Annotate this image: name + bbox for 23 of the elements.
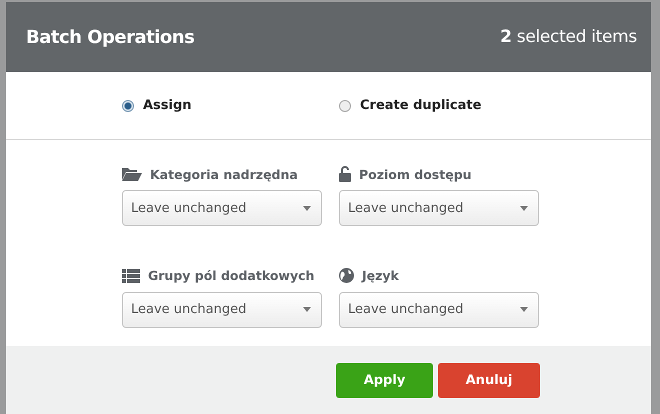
- dropdown[interactable]: Leave unchanged: [122, 292, 322, 328]
- dialog-title: Batch Operations: [26, 26, 194, 48]
- dropdown[interactable]: Leave unchanged: [122, 190, 322, 226]
- radio-option[interactable]: Create duplicate: [339, 98, 556, 113]
- caret-icon: [520, 307, 528, 312]
- field-label: Grupy pól dodatkowych: [148, 268, 314, 283]
- caret-icon: [303, 307, 311, 312]
- dropdown[interactable]: Leave unchanged: [339, 292, 539, 328]
- cancel-button[interactable]: Anuluj: [438, 363, 540, 398]
- radio-button[interactable]: [339, 100, 351, 112]
- radio-button[interactable]: [122, 100, 134, 112]
- field-label: Poziom dostępu: [359, 166, 472, 182]
- padlock-icon: [339, 166, 351, 182]
- selection-count: 2 selected items: [500, 27, 637, 47]
- list-icon: [122, 268, 140, 282]
- caret-icon: [303, 206, 311, 210]
- folder-icon: [122, 167, 142, 181]
- radio-option[interactable]: Assign: [122, 98, 339, 113]
- field-label: Kategoria nadrzędna: [150, 166, 298, 182]
- globe-icon: [339, 268, 354, 283]
- caret-icon: [520, 206, 528, 210]
- dropdown[interactable]: Leave unchanged: [339, 190, 539, 226]
- field-label: Język: [362, 268, 399, 283]
